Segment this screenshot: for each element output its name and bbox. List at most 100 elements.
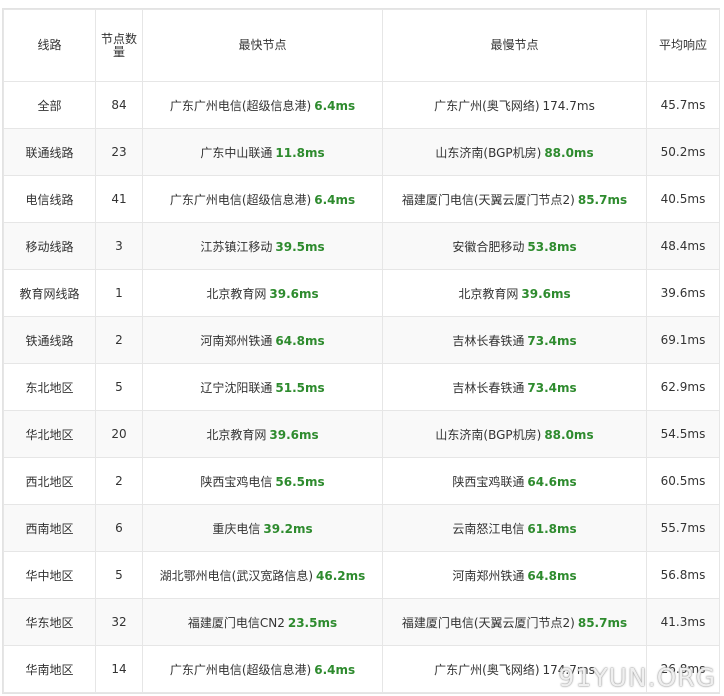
table-row: 西北地区 2 陕西宝鸡电信 56.5ms 陕西宝鸡联通 64.6ms 60.5ms bbox=[3, 457, 720, 505]
fastest-node-latency: 39.6ms bbox=[269, 427, 319, 442]
slowest-node-cell: 陕西宝鸡联通 64.6ms bbox=[382, 457, 647, 505]
fastest-node-latency: 56.5ms bbox=[275, 474, 325, 489]
fastest-node-name: 湖北鄂州电信(武汉宽路信息) bbox=[159, 568, 314, 583]
fastest-node-name: 辽宁沈阳联通 bbox=[200, 380, 273, 395]
average-response-cell: 55.7ms bbox=[646, 504, 720, 552]
slowest-node-cell: 山东济南(BGP机房) 88.0ms bbox=[382, 128, 647, 176]
slowest-node-cell: 北京教育网 39.6ms bbox=[382, 269, 647, 317]
slowest-node-name: 山东济南(BGP机房) bbox=[435, 145, 542, 160]
fastest-node-cell: 北京教育网 39.6ms bbox=[142, 410, 383, 458]
average-response-cell: 50.2ms bbox=[646, 128, 720, 176]
fastest-node-name: 福建厦门电信CN2 bbox=[187, 615, 285, 630]
line-cell: 移动线路 bbox=[3, 222, 96, 270]
node-count-cell: 5 bbox=[95, 363, 143, 411]
line-cell: 全部 bbox=[3, 81, 96, 129]
slowest-node-latency: 85.7ms bbox=[577, 615, 628, 630]
slowest-node-cell: 福建厦门电信(天翼云厦门节点2) 85.7ms bbox=[382, 598, 647, 646]
slowest-node-latency: 64.6ms bbox=[527, 474, 577, 489]
average-response-cell: 54.5ms bbox=[646, 410, 720, 458]
slowest-node-name: 北京教育网 bbox=[458, 286, 519, 301]
line-cell: 西南地区 bbox=[3, 504, 96, 552]
line-cell: 华南地区 bbox=[3, 645, 96, 693]
line-cell: 教育网线路 bbox=[3, 269, 96, 317]
table-row: 电信线路 41 广东广州电信(超级信息港) 6.4ms 福建厦门电信(天翼云厦门节点2)… bbox=[3, 175, 720, 223]
slowest-node-name: 安徽合肥移动 bbox=[452, 239, 525, 254]
fastest-node-cell: 福建厦门电信CN2 23.5ms bbox=[142, 598, 383, 646]
fastest-node-name: 北京教育网 bbox=[206, 286, 267, 301]
fastest-node-name: 重庆电信 bbox=[212, 521, 261, 536]
average-response-cell: 69.1ms bbox=[646, 316, 720, 364]
slowest-node-latency: 88.0ms bbox=[544, 427, 594, 442]
header-line: 线路 bbox=[3, 9, 96, 82]
header-node-count: 节点数量 bbox=[95, 9, 143, 82]
slowest-node-latency: 39.6ms bbox=[521, 286, 571, 301]
node-count-cell: 41 bbox=[95, 175, 143, 223]
slowest-node-name: 福建厦门电信(天翼云厦门节点2) bbox=[401, 192, 575, 207]
fastest-node-latency: 11.8ms bbox=[275, 145, 325, 160]
header-slowest-node: 最慢节点 bbox=[382, 9, 647, 82]
node-count-cell: 14 bbox=[95, 645, 143, 693]
slowest-node-latency: 88.0ms bbox=[544, 145, 594, 160]
node-count-cell: 23 bbox=[95, 128, 143, 176]
node-count-cell: 32 bbox=[95, 598, 143, 646]
fastest-node-name: 北京教育网 bbox=[206, 427, 267, 442]
slowest-node-latency: 53.8ms bbox=[527, 239, 577, 254]
header-average-response: 平均响应 bbox=[646, 9, 720, 82]
slowest-node-cell: 山东济南(BGP机房) 88.0ms bbox=[382, 410, 647, 458]
line-cell: 华东地区 bbox=[3, 598, 96, 646]
slowest-node-name: 陕西宝鸡联通 bbox=[452, 474, 525, 489]
fastest-node-cell: 广东广州电信(超级信息港) 6.4ms bbox=[142, 81, 383, 129]
table-row: 华东地区 32 福建厦门电信CN2 23.5ms 福建厦门电信(天翼云厦门节点2) 85.… bbox=[3, 598, 720, 646]
average-response-cell: 39.6ms bbox=[646, 269, 720, 317]
table-row: 联通线路 23 广东中山联通 11.8ms 山东济南(BGP机房) 88.0ms 50.2m… bbox=[3, 128, 720, 176]
fastest-node-name: 河南郑州铁通 bbox=[200, 333, 273, 348]
slowest-node-latency: 73.4ms bbox=[527, 380, 577, 395]
node-count-cell: 2 bbox=[95, 457, 143, 505]
average-response-cell: 48.4ms bbox=[646, 222, 720, 270]
slowest-node-name: 吉林长春铁通 bbox=[452, 333, 525, 348]
slowest-node-name: 山东济南(BGP机房) bbox=[435, 427, 542, 442]
ping-results-panel: 线路 节点数量 最快节点 最慢节点 平均响应 全部 84 广东广州电信(超级信息港)… bbox=[2, 8, 720, 694]
fastest-node-latency: 23.5ms bbox=[287, 615, 338, 630]
site-watermark: 91YUN.ORG bbox=[558, 663, 716, 692]
fastest-node-cell: 重庆电信 39.2ms bbox=[142, 504, 383, 552]
table-row: 西南地区 6 重庆电信 39.2ms 云南怒江电信 61.8ms 55.7ms bbox=[3, 504, 720, 552]
slowest-node-cell: 河南郑州铁通 64.8ms bbox=[382, 551, 647, 599]
fastest-node-name: 江苏镇江移动 bbox=[200, 239, 273, 254]
slowest-node-latency: 61.8ms bbox=[527, 521, 577, 536]
header-fastest-node: 最快节点 bbox=[142, 9, 383, 82]
ping-results-table: 线路 节点数量 最快节点 最慢节点 平均响应 全部 84 广东广州电信(超级信息港)… bbox=[3, 9, 720, 693]
fastest-node-latency: 51.5ms bbox=[275, 380, 325, 395]
average-response-cell: 40.5ms bbox=[646, 175, 720, 223]
line-cell: 华中地区 bbox=[3, 551, 96, 599]
table-row: 华中地区 5 湖北鄂州电信(武汉宽路信息) 46.2ms 河南郑州铁通 64.8ms 56.… bbox=[3, 551, 720, 599]
table-row: 华北地区 20 北京教育网 39.6ms 山东济南(BGP机房) 88.0ms 54.5ms bbox=[3, 410, 720, 458]
slowest-node-name: 广东广州(奥飞网络) bbox=[434, 98, 540, 113]
line-cell: 联通线路 bbox=[3, 128, 96, 176]
slowest-node-name: 福建厦门电信(天翼云厦门节点2) bbox=[401, 615, 575, 630]
slowest-node-name: 吉林长春铁通 bbox=[452, 380, 525, 395]
slowest-node-cell: 云南怒江电信 61.8ms bbox=[382, 504, 647, 552]
fastest-node-latency: 39.2ms bbox=[263, 521, 313, 536]
node-count-cell: 84 bbox=[95, 81, 143, 129]
line-cell: 东北地区 bbox=[3, 363, 96, 411]
node-count-cell: 3 bbox=[95, 222, 143, 270]
average-response-cell: 62.9ms bbox=[646, 363, 720, 411]
fastest-node-name: 陕西宝鸡电信 bbox=[200, 474, 273, 489]
fastest-node-cell: 广东广州电信(超级信息港) 6.4ms bbox=[142, 645, 383, 693]
node-count-cell: 5 bbox=[95, 551, 143, 599]
node-count-cell: 20 bbox=[95, 410, 143, 458]
slowest-node-latency: 174.7ms bbox=[542, 98, 595, 113]
fastest-node-name: 广东广州电信(超级信息港) bbox=[169, 192, 312, 207]
table-row: 铁通线路 2 河南郑州铁通 64.8ms 吉林长春铁通 73.4ms 69.1ms bbox=[3, 316, 720, 364]
fastest-node-cell: 河南郑州铁通 64.8ms bbox=[142, 316, 383, 364]
table-row: 全部 84 广东广州电信(超级信息港) 6.4ms 广东广州(奥飞网络) 174.7ms 4… bbox=[3, 81, 720, 129]
table-header-row: 线路 节点数量 最快节点 最慢节点 平均响应 bbox=[3, 9, 720, 82]
line-cell: 西北地区 bbox=[3, 457, 96, 505]
slowest-node-latency: 85.7ms bbox=[577, 192, 628, 207]
slowest-node-cell: 安徽合肥移动 53.8ms bbox=[382, 222, 647, 270]
average-response-cell: 41.3ms bbox=[646, 598, 720, 646]
fastest-node-latency: 6.4ms bbox=[314, 98, 356, 113]
line-cell: 铁通线路 bbox=[3, 316, 96, 364]
slowest-node-latency: 73.4ms bbox=[527, 333, 577, 348]
